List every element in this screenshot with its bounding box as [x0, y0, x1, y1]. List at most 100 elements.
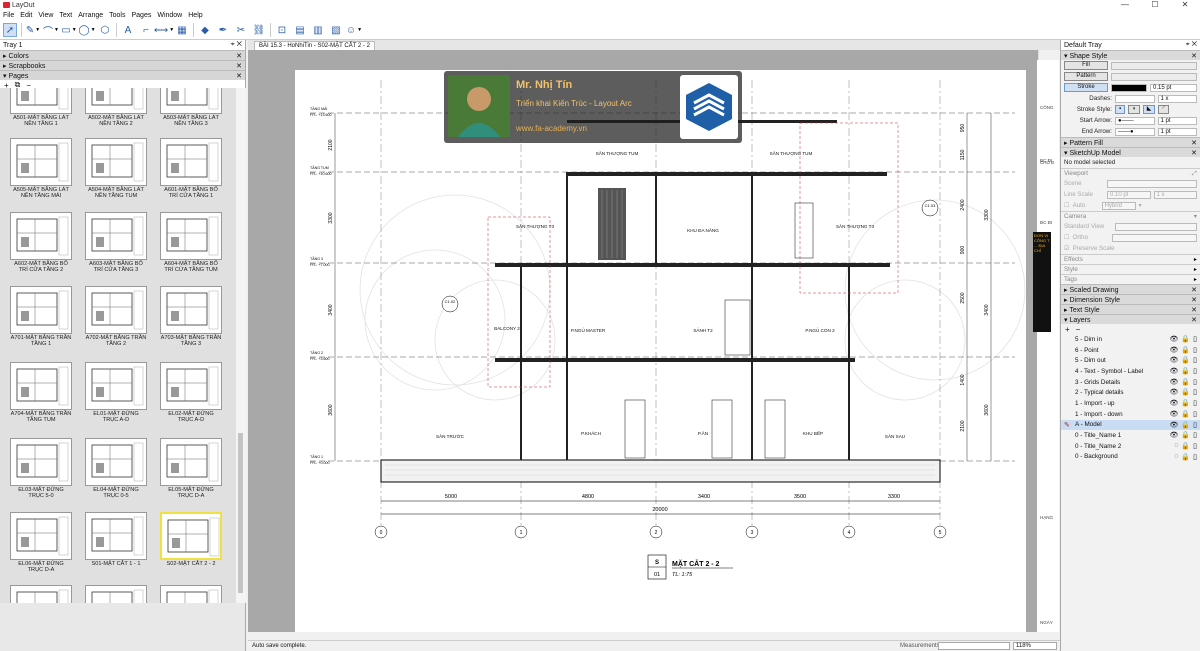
- menu-text[interactable]: Text: [56, 12, 75, 19]
- panel-pages[interactable]: ▾ Pages ✕: [0, 70, 245, 80]
- dimension-tool-icon[interactable]: ⟷ ▼: [154, 23, 174, 37]
- ortho-scale-select[interactable]: [1111, 233, 1197, 242]
- stroke-color-swatch[interactable]: [1111, 83, 1147, 92]
- layer-row[interactable]: 4 - Text - Symbol - Label 👁 🔒 ▯: [1061, 366, 1200, 377]
- page-thumbnail[interactable]: S02-MẶT CẮT 2 - 2: [160, 512, 222, 567]
- fill-button[interactable]: Fill: [1064, 61, 1108, 70]
- visibility-eye-icon[interactable]: 👁: [1170, 399, 1179, 407]
- menu-view[interactable]: View: [35, 12, 56, 19]
- panel-dimension-style[interactable]: ▸ Dimension Style ✕: [1061, 294, 1200, 304]
- page-thumbnail[interactable]: A702-MẶT BẰNG TRẦN TẦNG 2: [85, 286, 147, 347]
- lock-icon[interactable]: 🔒: [1181, 410, 1190, 418]
- layer-row[interactable]: 5 - Dim out 👁 🔒 ▯: [1061, 355, 1200, 366]
- circle-tool-icon[interactable]: ◯ ▼: [78, 23, 95, 37]
- style-tool-icon[interactable]: ✒: [216, 23, 230, 37]
- start-arrow-size[interactable]: 1 pt: [1157, 116, 1197, 125]
- ortho-checkbox[interactable]: ☐: [1064, 234, 1070, 241]
- standard-view-select[interactable]: [1115, 222, 1197, 231]
- shared-layer-icon[interactable]: ▯: [1193, 335, 1197, 343]
- page-thumbnail[interactable]: A601-MẶT BẰNG BỐ TRÍ CỬA TẦNG 1: [160, 138, 222, 199]
- end-arrow-size[interactable]: 1 pt: [1157, 127, 1197, 136]
- minimize-button[interactable]: —: [1110, 0, 1140, 10]
- page-thumbnail[interactable]: S01-MẶT CẮT 1 - 1: [85, 512, 147, 567]
- screenshot-tool-icon[interactable]: ⊡: [275, 23, 289, 37]
- remove-layer-button[interactable]: −: [1076, 325, 1081, 334]
- layer-row[interactable]: 0 - Title_Name 1 👁 🔒 ▯: [1061, 430, 1200, 441]
- style-subheader[interactable]: Style ▸: [1061, 264, 1200, 274]
- export-image-icon[interactable]: ▧: [329, 23, 343, 37]
- label-tool-icon[interactable]: ⌐: [139, 23, 153, 37]
- panel-text-style[interactable]: ▸ Text Style ✕: [1061, 304, 1200, 314]
- close-button[interactable]: ✕: [1170, 0, 1200, 10]
- layer-row[interactable]: 1 - Import - down 👁 🔒 ▯: [1061, 409, 1200, 420]
- lock-icon[interactable]: 🔒: [1181, 356, 1190, 364]
- preserve-scale-checkbox[interactable]: ☑: [1064, 245, 1070, 252]
- table-tool-icon[interactable]: ▦: [175, 23, 189, 37]
- layer-row[interactable]: 0 - Title_Name 2 ◌ 🔒 ▯: [1061, 441, 1200, 452]
- eraser-tool-icon[interactable]: ◆: [198, 23, 212, 37]
- layer-row[interactable]: 1 - Import - up 👁 🔒 ▯: [1061, 398, 1200, 409]
- page-thumbnail[interactable]: EL05-MẶT ĐỨNG TRỤC D-A: [160, 438, 222, 499]
- dashes-scale-select[interactable]: 1 x: [1157, 94, 1197, 103]
- select-tool-icon[interactable]: ➚: [3, 23, 17, 37]
- visibility-eye-icon[interactable]: 👁: [1170, 346, 1179, 354]
- dashes-select[interactable]: [1115, 94, 1155, 103]
- panel-layers[interactable]: ▾ Layers ✕: [1061, 314, 1200, 324]
- visibility-eye-icon[interactable]: ◌: [1174, 453, 1178, 461]
- text-tool-icon[interactable]: A: [121, 23, 135, 37]
- shared-layer-icon[interactable]: ▯: [1193, 421, 1197, 429]
- lock-icon[interactable]: 🔒: [1181, 346, 1190, 354]
- panel-sketchup-model[interactable]: ▾ SketchUp Model ✕: [1061, 147, 1200, 157]
- lock-icon[interactable]: 🔒: [1181, 335, 1190, 343]
- layer-row[interactable]: 0 - Background ◌ 🔒 ▯: [1061, 452, 1200, 463]
- menu-arrange[interactable]: Arrange: [75, 12, 106, 19]
- visibility-eye-icon[interactable]: 👁: [1170, 431, 1179, 439]
- page-thumbnail[interactable]: EL04-MẶT ĐỨNG TRỤC 0-5: [85, 438, 147, 499]
- shared-layer-icon[interactable]: ▯: [1193, 388, 1197, 396]
- scene-select[interactable]: [1107, 179, 1197, 188]
- split-tool-icon[interactable]: ✂: [234, 23, 248, 37]
- page-thumbnail[interactable]: A502-MẶT BẰNG LÁT NỀN TẦNG 2: [85, 88, 147, 127]
- zoom-select[interactable]: 118%: [1013, 642, 1057, 650]
- auto-checkbox[interactable]: ☐: [1064, 202, 1070, 209]
- shared-layer-icon[interactable]: ▯: [1193, 410, 1197, 418]
- tray-close-icon[interactable]: ⌖ ✕: [231, 41, 242, 49]
- page-thumbnail[interactable]: A505-MẶT BẰNG LÁT NỀN TẦNG MÁI: [10, 138, 72, 199]
- visibility-eye-icon[interactable]: 👁: [1170, 410, 1179, 418]
- account-icon[interactable]: ☺ ▼: [346, 23, 362, 37]
- page-thumbnail[interactable]: S05-CHI TIẾT ĐIỂN HÌNH MẶT CẮT: [160, 585, 222, 603]
- page-thumbnail[interactable]: A602-MẶT BẰNG BỐ TRÍ CỬA TẦNG 2: [10, 212, 72, 273]
- fill-color-swatch[interactable]: [1111, 61, 1197, 70]
- lock-icon[interactable]: 🔒: [1181, 442, 1190, 450]
- menu-window[interactable]: Window: [154, 12, 185, 19]
- page-thumbnail[interactable]: A703-MẶT BẰNG TRẦN TẦNG 3: [160, 286, 222, 347]
- panel-pattern-fill[interactable]: ▸ Pattern Fill ✕: [1061, 137, 1200, 147]
- page-thumbnail[interactable]: EL03-MẶT ĐỨNG TRỤC 5-0: [10, 438, 72, 499]
- lock-icon[interactable]: 🔒: [1181, 399, 1190, 407]
- shared-layer-icon[interactable]: ▯: [1193, 431, 1197, 439]
- page-thumbnail[interactable]: S04-MẶT CẮT 4 - 4: [85, 585, 147, 603]
- page-thumbnail[interactable]: EL01-MẶT ĐỨNG TRỤC A-D: [85, 362, 147, 423]
- layer-row[interactable]: 3 - Grids Details 👁 🔒 ▯: [1061, 377, 1200, 388]
- layer-row[interactable]: 6 - Point 👁 🔒 ▯: [1061, 345, 1200, 356]
- maximize-button[interactable]: ☐: [1140, 0, 1170, 10]
- export-pdf-icon[interactable]: ▥: [311, 23, 325, 37]
- shared-layer-icon[interactable]: ▯: [1193, 356, 1197, 364]
- tray-close-icon[interactable]: ⌖ ✕: [1186, 41, 1197, 49]
- render-arrow-icon[interactable]: ▾: [1139, 202, 1142, 209]
- shared-layer-icon[interactable]: ▯: [1193, 346, 1197, 354]
- visibility-eye-icon[interactable]: 👁: [1170, 335, 1179, 343]
- visibility-eye-icon[interactable]: 👁: [1170, 378, 1179, 386]
- cap-style-icon[interactable]: ▪: [1115, 105, 1126, 114]
- document-tab[interactable]: BÀI 15.3 - HoNhiTin - S02-MẶT CẮT 2 - 2: [254, 41, 375, 50]
- shared-layer-icon[interactable]: ▯: [1193, 378, 1197, 386]
- line-tool-icon[interactable]: ✎ ▼: [26, 23, 40, 37]
- page-thumbnail[interactable]: A701-MẶT BẰNG TRẦN TẦNG 1: [10, 286, 72, 347]
- menu-file[interactable]: File: [0, 12, 17, 19]
- line-scale-field[interactable]: 0.10 pt: [1107, 190, 1151, 199]
- effects-subheader[interactable]: Effects ▸: [1061, 254, 1200, 264]
- start-arrow-select[interactable]: ●——: [1115, 116, 1155, 125]
- panel-scrapbooks[interactable]: ▸ Scrapbooks ✕: [0, 60, 245, 70]
- page-thumbnail[interactable]: S03-MẶT CẮT 3 - 3: [10, 585, 72, 603]
- polygon-tool-icon[interactable]: ⬡: [98, 23, 112, 37]
